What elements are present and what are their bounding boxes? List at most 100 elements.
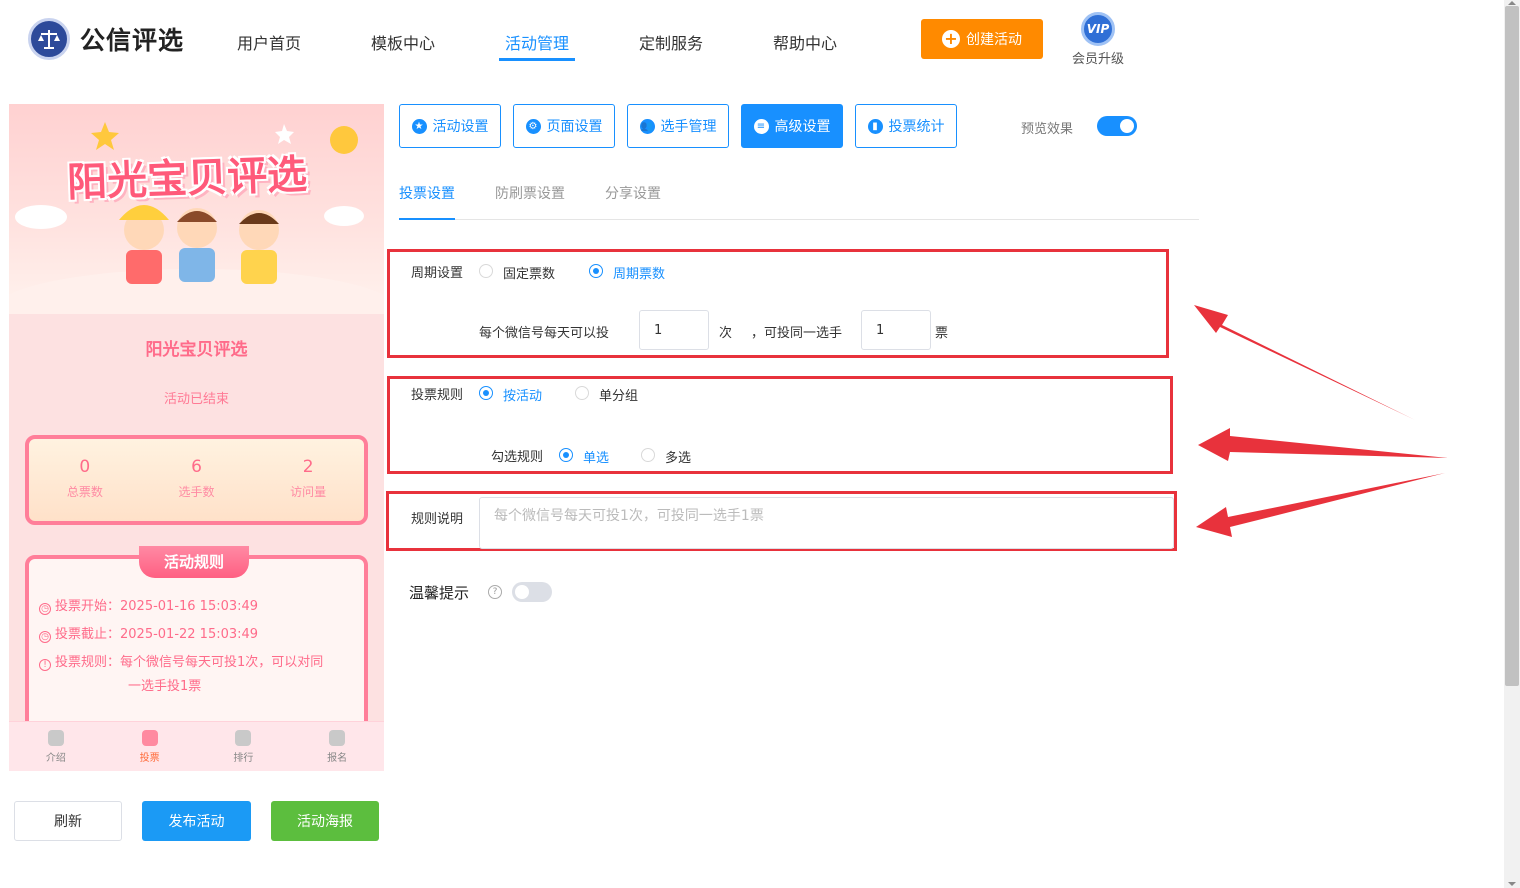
poster-button[interactable]: 活动海报 xyxy=(271,801,379,841)
scrollbar-thumb[interactable] xyxy=(1505,6,1519,686)
preview-banner: 阳光宝贝评选 xyxy=(9,104,384,314)
subtab-vote-settings[interactable]: 投票设置 xyxy=(399,183,455,203)
radio-multi-choice-label[interactable]: 多选 xyxy=(665,447,691,466)
create-activity-label: 创建活动 xyxy=(966,32,1022,48)
help-icon[interactable]: ? xyxy=(488,585,502,599)
tab-label: 投票 xyxy=(139,753,160,764)
radio-single-choice[interactable] xyxy=(559,448,573,462)
vip-upgrade[interactable]: VIP 会员升级 xyxy=(1068,12,1128,67)
heart-icon xyxy=(141,730,158,746)
bar-chart-icon: ▮ xyxy=(867,118,883,134)
rule-vote: ! 投票规则：每个微信号每天可投1次，可以对同 xyxy=(39,651,323,674)
radio-single-group[interactable] xyxy=(575,386,589,400)
radio-multi-choice[interactable] xyxy=(641,448,655,462)
tip-toggle[interactable] xyxy=(512,582,552,602)
tab-rank[interactable]: 排行 xyxy=(197,722,291,771)
arrow-to-vote-rules xyxy=(1198,428,1448,461)
tab-vote[interactable]: 投票 xyxy=(103,722,197,771)
refresh-button[interactable]: 刷新 xyxy=(14,801,122,841)
radio-single-group-label[interactable]: 单分组 xyxy=(599,385,638,404)
tab-label: 高级设置 xyxy=(774,119,831,135)
tab-activity-settings[interactable]: ★ 活动设置 xyxy=(399,104,501,148)
tab-label: 选手管理 xyxy=(660,119,717,135)
banner-illustration xyxy=(9,122,384,314)
nav-activity-management[interactable]: 活动管理 xyxy=(505,30,569,54)
preview-toggle[interactable] xyxy=(1097,116,1137,136)
tab-label: 投票统计 xyxy=(888,119,945,135)
radio-by-activity-label[interactable]: 按活动 xyxy=(503,385,542,404)
brand-name: 公信评选 xyxy=(80,26,185,55)
rule-start: ◷ 投票开始：2025-01-16 15:03:49 xyxy=(39,595,258,618)
create-activity-button[interactable]: + 创建活动 xyxy=(921,19,1043,59)
tab-signup[interactable]: 报名 xyxy=(290,722,384,771)
scroll-up-icon[interactable] xyxy=(1508,1,1516,5)
radio-periodic-votes-label[interactable]: 周期票数 xyxy=(613,263,665,282)
signup-icon xyxy=(329,730,346,746)
daily-votes-input[interactable] xyxy=(639,310,709,350)
vote-rule-label: 投票规则 xyxy=(411,388,464,403)
gear-icon: ⚙ xyxy=(525,118,541,134)
tab-label: 页面设置 xyxy=(546,119,603,135)
brand-logo[interactable]: 公信评选 xyxy=(28,18,184,60)
users-icon: 👥 xyxy=(639,118,655,134)
radio-by-activity[interactable] xyxy=(479,386,493,400)
activity-name: 阳光宝贝评选 xyxy=(145,340,248,360)
same-contestant-input[interactable] xyxy=(861,310,931,350)
rule-start-text: 投票开始：2025-01-16 15:03:49 xyxy=(55,599,259,614)
plus-icon: + xyxy=(942,30,960,48)
vip-label: 会员升级 xyxy=(1071,52,1124,67)
stat-total-votes: 0 总票数 xyxy=(29,439,141,521)
tab-page-settings[interactable]: ⚙ 页面设置 xyxy=(513,104,615,148)
radio-fixed-votes-label[interactable]: 固定票数 xyxy=(503,263,555,282)
publish-button[interactable]: 发布活动 xyxy=(142,801,251,841)
rule-end-text: 投票截止：2025-01-22 15:03:49 xyxy=(55,627,259,642)
tab-label: 排行 xyxy=(233,753,254,764)
star-icon: ★ xyxy=(411,118,427,134)
stat-label: 总票数 xyxy=(66,485,103,499)
radio-periodic-votes[interactable] xyxy=(589,264,603,278)
subtab-active-indicator xyxy=(399,218,455,220)
tip-label: 温馨提示 xyxy=(409,584,470,602)
preview-tabbar: 介绍 投票 排行 报名 xyxy=(9,721,384,771)
stat-visits: 2 访问量 xyxy=(252,439,364,521)
banner-title: 阳光宝贝评选 xyxy=(66,150,308,207)
same-contestant-unit: 票 xyxy=(935,326,949,341)
tab-advanced-settings[interactable]: ≡ 高级设置 xyxy=(741,104,843,148)
tab-contestant-management[interactable]: 👥 选手管理 xyxy=(627,104,729,148)
daily-votes-unit: 次 xyxy=(719,326,733,341)
radio-single-choice-label[interactable]: 单选 xyxy=(583,447,609,466)
subtab-anti-fraud[interactable]: 防刷票设置 xyxy=(495,183,565,203)
tab-label: 活动设置 xyxy=(432,119,489,135)
stat-label: 选手数 xyxy=(178,485,215,499)
intro-icon xyxy=(47,730,64,746)
rule-desc-textarea[interactable] xyxy=(479,497,1174,549)
period-label: 周期设置 xyxy=(411,266,464,281)
stat-label: 访问量 xyxy=(290,485,327,499)
subtab-share[interactable]: 分享设置 xyxy=(605,183,661,203)
rules-title: 活动规则 xyxy=(139,546,249,578)
page: 公信评选 用户首页 模板中心 活动管理 定制服务 帮助中心 + 创建活动 VIP… xyxy=(0,0,1520,888)
rule-desc-label: 规则说明 xyxy=(411,512,464,527)
scales-icon xyxy=(28,18,70,60)
nav-custom-service[interactable]: 定制服务 xyxy=(639,30,703,54)
scroll-down-icon[interactable] xyxy=(1508,882,1516,886)
tab-label: 介绍 xyxy=(45,753,66,764)
nav-home[interactable]: 用户首页 xyxy=(237,30,301,54)
tab-label: 报名 xyxy=(327,753,348,764)
mobile-preview: 阳光宝贝评选 阳光宝贝评选 活动已结束 0 总票数 6 选手数 2 访问量 活动… xyxy=(9,104,384,771)
vip-icon: VIP xyxy=(1081,12,1115,46)
arrow-to-period xyxy=(1194,305,1415,420)
tab-intro[interactable]: 介绍 xyxy=(9,722,103,771)
rule-end: ◷ 投票截止：2025-01-22 15:03:49 xyxy=(39,623,258,646)
rank-icon xyxy=(235,730,252,746)
radio-fixed-votes[interactable] xyxy=(479,264,493,278)
nav-active-indicator xyxy=(499,58,575,61)
annotation-arrows xyxy=(1194,305,1448,537)
stats-panel: 0 总票数 6 选手数 2 访问量 xyxy=(25,435,368,525)
nav-templates[interactable]: 模板中心 xyxy=(371,30,435,54)
tab-vote-statistics[interactable]: ▮ 投票统计 xyxy=(855,104,957,148)
rule-vote-text: 投票规则：每个微信号每天可投1次，可以对同 xyxy=(55,655,324,670)
subtab-divider xyxy=(399,219,1199,220)
nav-help[interactable]: 帮助中心 xyxy=(773,30,837,54)
preview-toggle-label: 预览效果 xyxy=(1021,122,1074,137)
